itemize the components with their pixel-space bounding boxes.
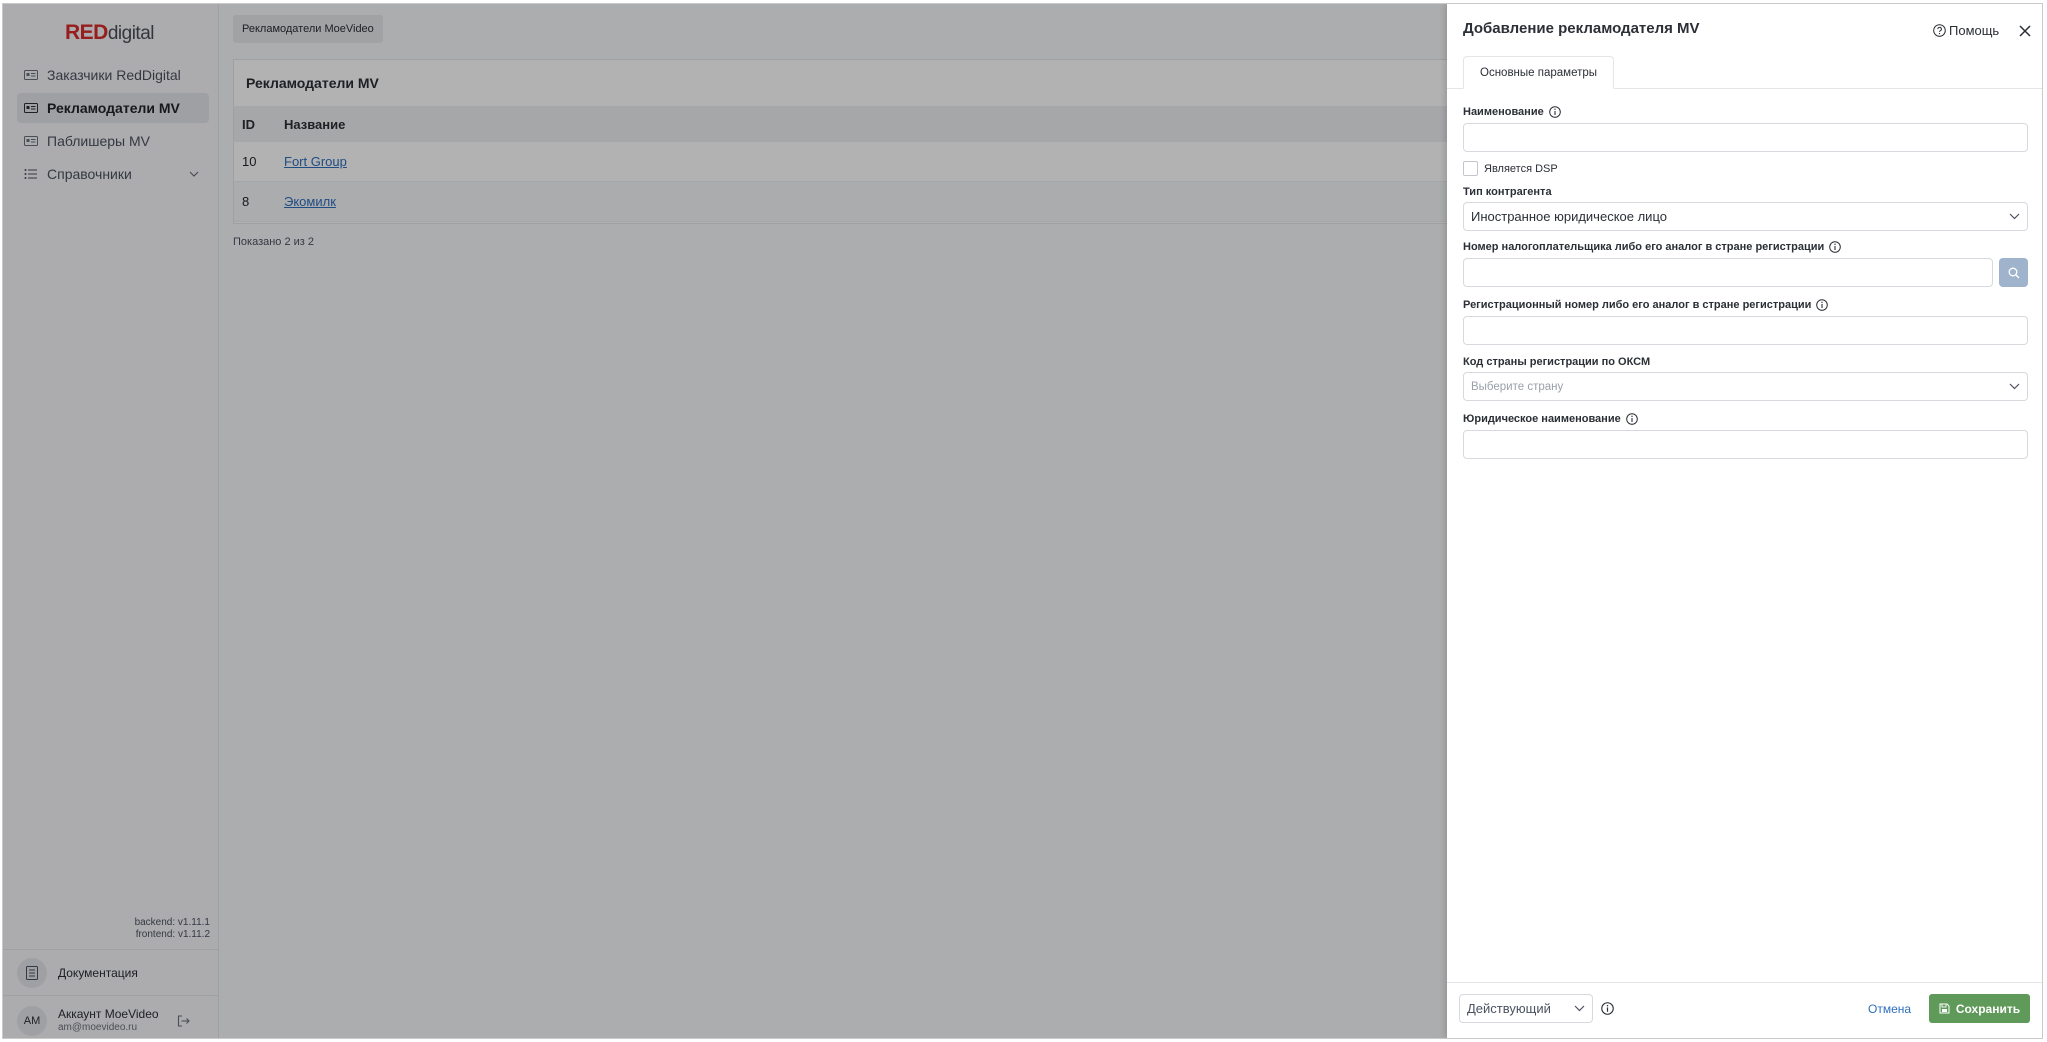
legal-name-field-label: Юридическое наименование <box>1463 413 2028 425</box>
tab-main-params[interactable]: Основные параметры <box>1463 56 1615 89</box>
reg-field-label: Регистрационный номер либо его аналог в … <box>1463 299 2028 311</box>
save-label: Сохранить <box>1955 1001 2021 1016</box>
info-icon <box>1816 299 1829 311</box>
type-field-label: Тип контрагента <box>1463 186 1552 198</box>
inn-field-label: Номер налогоплательщика либо его аналог … <box>1463 241 2028 253</box>
save-icon <box>1939 1003 1950 1014</box>
search-button[interactable] <box>1999 258 2028 287</box>
chevron-down-icon <box>1574 1005 1585 1012</box>
add-advertiser-drawer: Добавление рекламодателя MV Помощь Основ… <box>1447 4 2042 1038</box>
info-icon <box>1625 413 1638 425</box>
save-button[interactable]: Сохранить <box>1929 994 2030 1023</box>
advertiser-form: Наименование Является DSP Тип контрагент… <box>1463 106 2028 459</box>
registration-number-input[interactable] <box>1463 316 2028 345</box>
cancel-button[interactable]: Отмена <box>1868 1002 1911 1016</box>
name-input[interactable] <box>1463 123 2028 152</box>
name-field-label: Наименование <box>1463 106 2028 118</box>
country-placeholder: Выберите страну <box>1471 380 1564 393</box>
counterparty-type-select[interactable]: Иностранное юридическое лицо <box>1463 202 2028 231</box>
chevron-down-icon <box>2009 213 2020 220</box>
info-icon <box>1829 241 1842 253</box>
status-value: Действующий <box>1467 1001 1551 1016</box>
legal-name-input[interactable] <box>1463 430 2028 459</box>
drawer-title: Добавление рекламодателя MV <box>1463 20 1700 37</box>
country-select[interactable]: Выберите страну <box>1463 372 2028 401</box>
app-window: REDdigital Заказчики RedDigital Рекламод… <box>2 3 2043 1039</box>
close-icon[interactable] <box>2019 24 2031 42</box>
country-field-label: Код страны регистрации по ОКСМ <box>1463 356 1651 368</box>
status-select[interactable]: Действующий <box>1459 994 1593 1023</box>
drawer-footer: Действующий Отмена Сохранить <box>1447 982 2042 1038</box>
info-icon[interactable] <box>1601 1002 1614 1020</box>
help-label: Помощь <box>1949 23 2000 38</box>
counterparty-type-value: Иностранное юридическое лицо <box>1471 209 1667 224</box>
chevron-down-icon <box>2009 383 2020 390</box>
dsp-checkbox-label: Является DSP <box>1484 162 1558 175</box>
info-icon <box>1548 106 1561 118</box>
drawer-tabs: Основные параметры <box>1447 56 2042 89</box>
help-icon <box>1933 24 1946 37</box>
dsp-checkbox-row: Является DSP <box>1463 161 2028 176</box>
help-button[interactable]: Помощь <box>1933 23 1999 38</box>
dsp-checkbox[interactable] <box>1463 161 1478 176</box>
inn-input[interactable] <box>1463 258 1993 287</box>
search-icon <box>2008 267 2019 278</box>
